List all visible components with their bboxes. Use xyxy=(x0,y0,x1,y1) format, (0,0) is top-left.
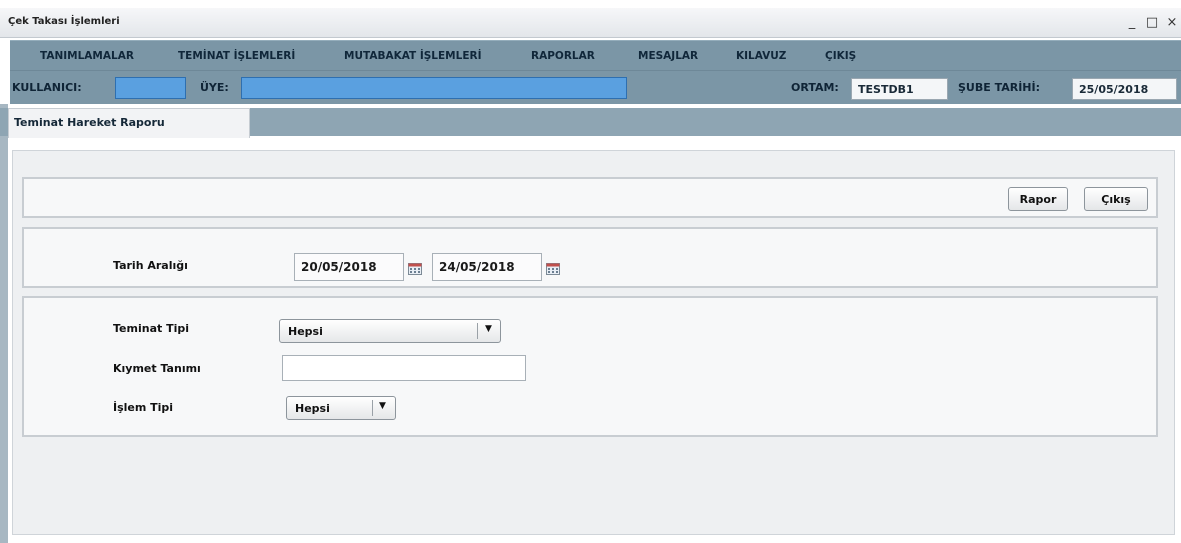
calendar-icon[interactable] xyxy=(546,263,560,275)
date-range-panel: Tarih Aralığı 20/05/2018 24/05/2018 xyxy=(22,227,1158,288)
env-value: TESTDB1 xyxy=(851,78,948,100)
app-window: Çek Takası İşlemleri _ □ × TANIMLAMALAR … xyxy=(0,0,1181,543)
transaction-type-label: İşlem Tipi xyxy=(113,401,174,414)
transaction-type-value: Hepsi xyxy=(295,402,330,415)
minimize-button[interactable]: _ xyxy=(1125,12,1139,32)
env-label: ORTAM: xyxy=(791,81,839,94)
tab-teminat-hareket-raporu[interactable]: Teminat Hareket Raporu xyxy=(8,108,250,138)
branch-date-label: ŞUBE TARİHİ: xyxy=(958,81,1041,94)
start-date-input[interactable]: 20/05/2018 xyxy=(294,253,404,281)
user-label: KULLANICI: xyxy=(12,81,82,94)
left-border xyxy=(0,104,8,543)
close-button[interactable]: × xyxy=(1165,12,1179,32)
collateral-type-select[interactable]: Hepsi ▼ xyxy=(279,319,501,343)
menu-item-teminat-islemleri[interactable]: TEMİNAT İŞLEMLERİ xyxy=(178,50,295,62)
collateral-type-value: Hepsi xyxy=(288,325,323,338)
menu-item-raporlar[interactable]: RAPORLAR xyxy=(531,50,595,62)
chevron-down-icon: ▼ xyxy=(485,324,492,334)
filter-panel: Teminat Tipi Hepsi ▼ Kıymet Tanımı İşlem… xyxy=(22,296,1158,437)
end-date-input[interactable]: 24/05/2018 xyxy=(432,253,542,281)
security-def-input[interactable] xyxy=(282,355,526,381)
tab-strip: Teminat Hareket Raporu xyxy=(0,108,1181,138)
collateral-type-label: Teminat Tipi xyxy=(113,322,189,335)
member-field[interactable] xyxy=(241,77,627,99)
member-label: ÜYE: xyxy=(200,81,229,94)
date-range-label: Tarih Aralığı xyxy=(113,259,188,272)
user-info-bar: KULLANICI: ÜYE: ORTAM: TESTDB1 ŞUBE TARİ… xyxy=(10,70,1181,104)
select-separator xyxy=(372,400,373,416)
menu-item-kilavuz[interactable]: KILAVUZ xyxy=(736,50,786,62)
window-title: Çek Takası İşlemleri xyxy=(8,16,120,27)
menu-item-cikis[interactable]: ÇIKIŞ xyxy=(825,50,856,62)
transaction-type-select[interactable]: Hepsi ▼ xyxy=(286,396,396,420)
maximize-button[interactable]: □ xyxy=(1145,12,1159,32)
calendar-icon[interactable] xyxy=(408,263,422,275)
user-field[interactable] xyxy=(115,77,186,99)
chevron-down-icon: ▼ xyxy=(379,401,386,411)
exit-button[interactable]: Çıkış xyxy=(1084,187,1148,211)
action-panel: Rapor Çıkış xyxy=(22,177,1158,218)
report-button[interactable]: Rapor xyxy=(1008,187,1068,211)
menu-item-tanimlamalar[interactable]: TANIMLAMALAR xyxy=(40,50,134,62)
branch-date-value: 25/05/2018 xyxy=(1072,78,1177,100)
menu-item-mutabakat-islemleri[interactable]: MUTABAKAT İŞLEMLERİ xyxy=(344,50,481,62)
select-separator xyxy=(477,323,478,339)
security-def-label: Kıymet Tanımı xyxy=(113,362,201,375)
window-controls: _ □ × xyxy=(1125,12,1179,32)
main-menu: TANIMLAMALAR TEMİNAT İŞLEMLERİ MUTABAKAT… xyxy=(10,40,1181,70)
title-bar: Çek Takası İşlemleri _ □ × xyxy=(0,8,1181,38)
menu-item-mesajlar[interactable]: MESAJLAR xyxy=(638,50,698,62)
